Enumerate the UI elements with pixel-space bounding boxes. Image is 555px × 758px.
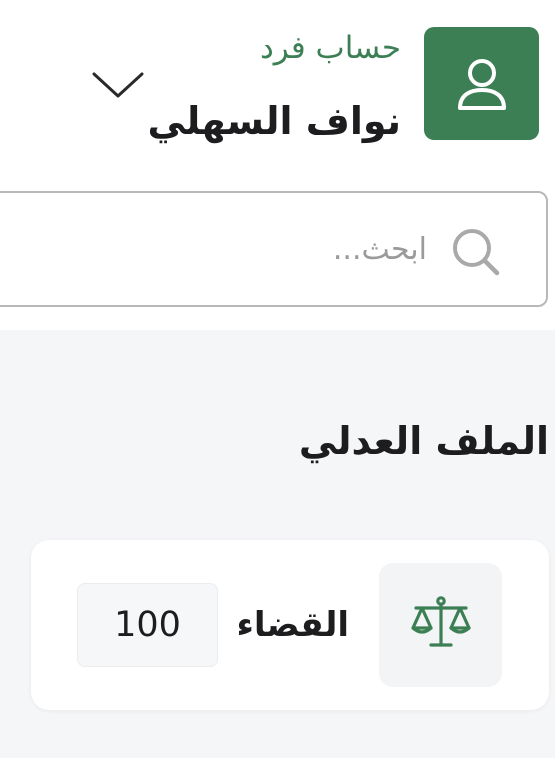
user-icon	[457, 58, 506, 110]
search-input[interactable]	[2, 197, 427, 301]
chevron-down-icon	[92, 72, 144, 98]
account-dropdown-button[interactable]	[88, 64, 148, 104]
search-icon	[453, 229, 500, 276]
card-value-badge: 100	[77, 583, 218, 667]
card-label: القضاء	[236, 605, 349, 645]
app-header: حساب فرد نواف السهلي	[0, 0, 555, 168]
avatar[interactable]	[424, 27, 539, 140]
user-name: نواف السهلي	[147, 99, 402, 143]
account-type-label: حساب فرد	[259, 30, 401, 66]
card-icon-container	[379, 563, 502, 687]
section-title: الملف العدلي	[298, 419, 549, 463]
scales-icon	[410, 596, 471, 647]
